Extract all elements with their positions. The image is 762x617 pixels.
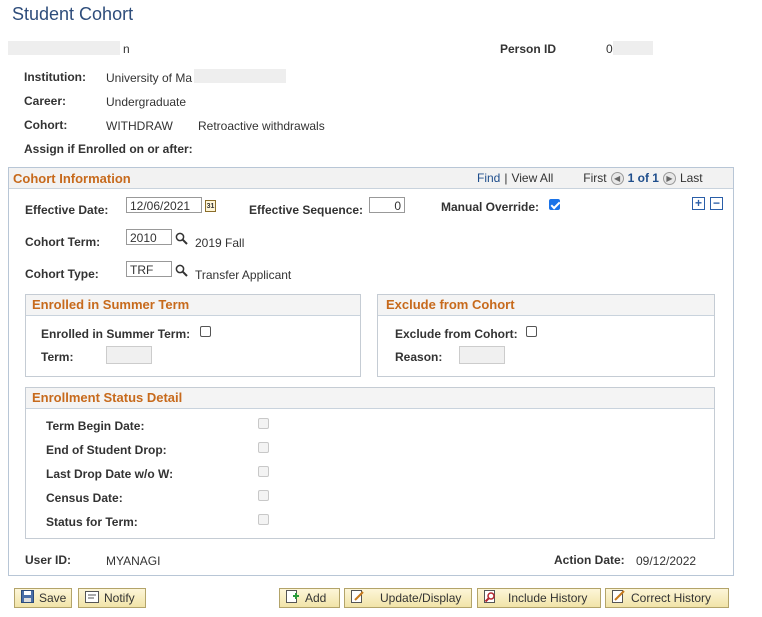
cohort-information-panel: Cohort Information Find | View All First… [8, 167, 734, 576]
person-id-label: Person ID [500, 42, 557, 56]
cohort-term-lookup-icon[interactable] [175, 232, 188, 248]
cohort-type-label: Cohort Type: [25, 267, 99, 281]
scroll-navigation: Find | View All First ◀ 1 of 1 ▶ Last [477, 171, 703, 185]
status-for-term-label: Status for Term: [46, 515, 138, 529]
previous-icon[interactable]: ◀ [610, 171, 624, 185]
nav-separator: | [504, 171, 508, 185]
update-display-button-label: Update/Display [380, 591, 462, 605]
term-begin-date-label: Term Begin Date: [46, 419, 145, 433]
correct-history-button[interactable]: Correct History [605, 588, 729, 608]
exclude-from-cohort-label: Exclude from Cohort: [395, 327, 518, 341]
exclude-from-cohort-panel: Exclude from Cohort Exclude from Cohort:… [377, 294, 715, 377]
enrolled-summer-term-checkbox[interactable] [200, 326, 211, 337]
include-history-button[interactable]: Include History [477, 588, 601, 608]
cohort-description: Retroactive withdrawals [198, 119, 325, 133]
enrollment-status-detail-title: Enrollment Status Detail [32, 390, 183, 405]
exclude-from-cohort-header: Exclude from Cohort [378, 295, 714, 316]
career-value: Undergraduate [106, 95, 187, 109]
notify-icon [85, 590, 99, 606]
cohort-information-title: Cohort Information [13, 171, 131, 186]
effective-sequence-label: Effective Sequence: [249, 203, 364, 217]
career-label: Career: [24, 94, 67, 108]
person-id-prefix: 0 [606, 42, 613, 56]
enrolled-summer-term-title: Enrolled in Summer Term [32, 297, 190, 312]
action-date-label: Action Date: [554, 553, 625, 567]
summer-term-label: Term: [41, 350, 74, 364]
effective-sequence-input[interactable]: 0 [369, 197, 405, 213]
user-id-value: MYANAGI [106, 554, 161, 568]
cohort-term-description: 2019 Fall [195, 236, 245, 250]
page-title: Student Cohort [12, 4, 134, 24]
exclude-from-cohort-title: Exclude from Cohort [386, 297, 515, 312]
update-display-button[interactable]: Update/Display [344, 588, 472, 608]
correct-history-button-label: Correct History [631, 591, 712, 605]
add-row-icon[interactable]: + [692, 197, 705, 210]
end-of-student-drop-checkbox [258, 442, 269, 453]
institution-label: Institution: [24, 70, 86, 84]
find-link[interactable]: Find [477, 171, 500, 185]
add-button-label: Add [305, 591, 327, 605]
last-drop-date-label: Last Drop Date w/o W: [46, 467, 174, 481]
row-counter: 1 of 1 [627, 171, 659, 185]
notify-button-label: Notify [104, 591, 135, 605]
include-history-icon [484, 590, 498, 606]
manual-override-checkbox[interactable] [549, 199, 560, 210]
first-label: First [583, 171, 607, 185]
action-date-value: 09/12/2022 [636, 554, 697, 568]
next-icon[interactable]: ▶ [662, 171, 676, 185]
effective-date-input[interactable]: 12/06/2021 [126, 197, 202, 213]
institution-value: University of Ma [106, 71, 193, 85]
cohort-information-header: Cohort Information Find | View All First… [9, 168, 733, 189]
cohort-term-label: Cohort Term: [25, 235, 101, 249]
end-of-student-drop-label: End of Student Drop: [46, 443, 167, 457]
save-button[interactable]: Save [14, 588, 72, 608]
cohort-type-input[interactable]: TRF [126, 261, 172, 277]
effective-date-label: Effective Date: [25, 203, 109, 217]
exclude-from-cohort-checkbox[interactable] [526, 326, 537, 337]
cohort-type-lookup-icon[interactable] [175, 264, 188, 280]
save-button-label: Save [39, 591, 67, 605]
cohort-type-description: Transfer Applicant [195, 268, 292, 282]
last-label: Last [679, 171, 703, 185]
cohort-label: Cohort: [24, 118, 68, 132]
name-suffix: n [123, 42, 130, 56]
enrolled-summer-term-header: Enrolled in Summer Term [26, 295, 360, 316]
redacted-institution [194, 69, 286, 83]
redacted-name [8, 41, 120, 55]
include-history-button-label: Include History [508, 591, 588, 605]
redacted-person-id [613, 41, 653, 55]
term-begin-date-checkbox [258, 418, 269, 429]
summer-term-input [106, 346, 152, 364]
census-date-checkbox [258, 490, 269, 501]
status-for-term-checkbox [258, 514, 269, 525]
calendar-icon[interactable]: 31 [205, 200, 216, 212]
add-icon [286, 590, 300, 606]
reason-label: Reason: [395, 350, 443, 364]
cohort-code: WITHDRAW [106, 119, 173, 133]
manual-override-label: Manual Override: [441, 200, 540, 214]
save-icon [21, 590, 34, 606]
notify-button[interactable]: Notify [78, 588, 146, 608]
update-display-icon [351, 590, 365, 606]
delete-row-icon[interactable]: − [710, 197, 723, 210]
assign-if-enrolled-label: Assign if Enrolled on or after: [24, 142, 193, 156]
user-id-label: User ID: [25, 553, 72, 567]
reason-input [459, 346, 505, 364]
last-drop-date-checkbox [258, 466, 269, 477]
census-date-label: Census Date: [46, 491, 123, 505]
enrolled-summer-term-panel: Enrolled in Summer Term Enrolled in Summ… [25, 294, 361, 377]
enrollment-status-detail-header: Enrollment Status Detail [26, 388, 714, 409]
add-button[interactable]: Add [279, 588, 340, 608]
enrolled-summer-term-label: Enrolled in Summer Term: [41, 327, 191, 341]
correct-history-icon [612, 590, 626, 606]
cohort-term-input[interactable]: 2010 [126, 229, 172, 245]
view-all-link[interactable]: View All [511, 171, 553, 185]
enrollment-status-detail-panel: Enrollment Status Detail Term Begin Date… [25, 387, 715, 539]
